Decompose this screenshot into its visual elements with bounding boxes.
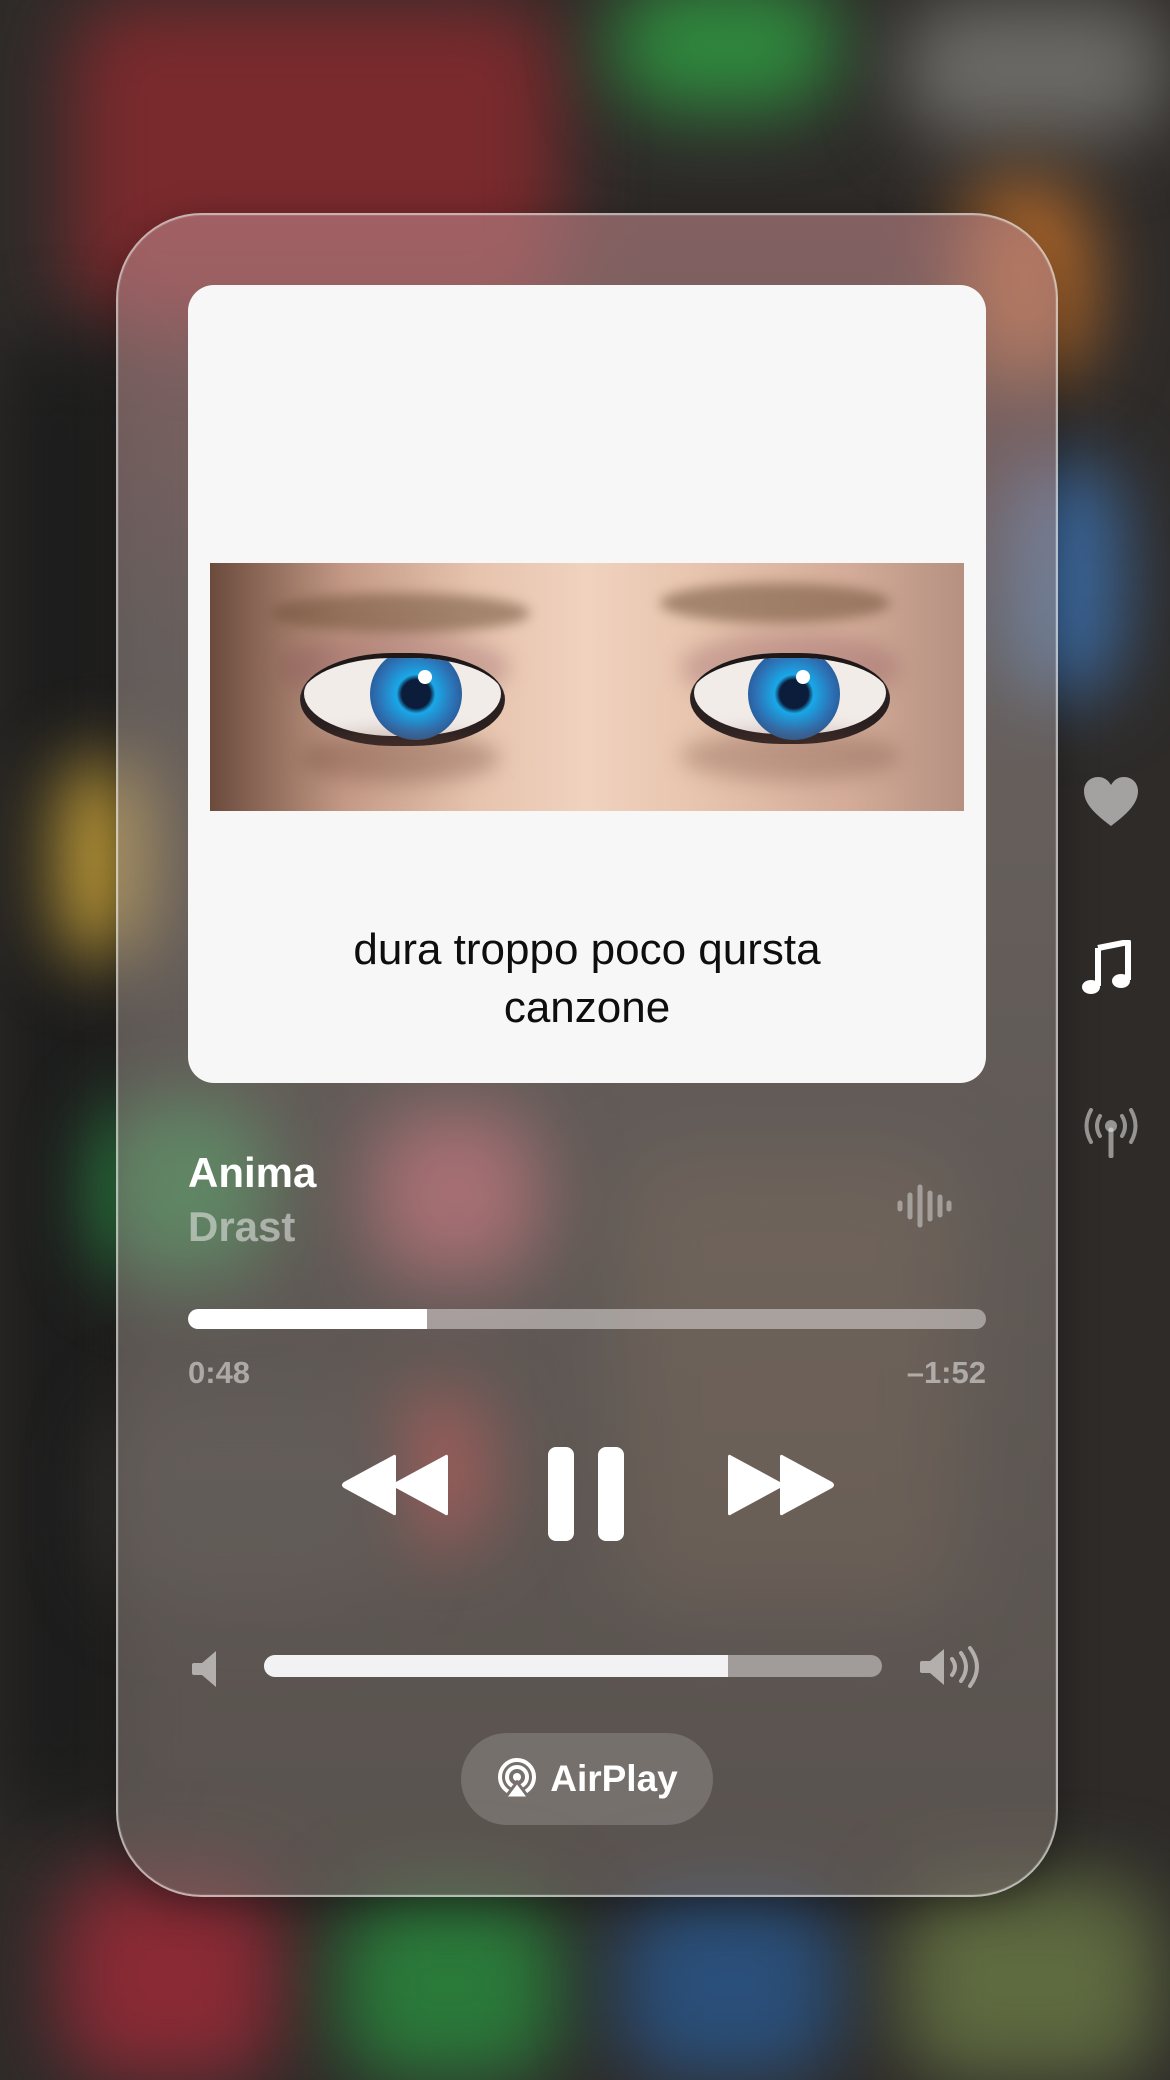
airplay-button[interactable]: AirPlay	[461, 1733, 713, 1825]
music-note-icon[interactable]	[1082, 940, 1132, 996]
airplay-label: AirPlay	[550, 1758, 678, 1799]
album-artwork[interactable]: dura troppo poco qursta canzone	[188, 285, 986, 1083]
waveform-icon	[897, 1184, 952, 1228]
track-title[interactable]: Anima	[188, 1149, 316, 1197]
speaker-icon	[192, 1651, 216, 1687]
track-artist[interactable]: Drast	[188, 1203, 295, 1251]
antenna-icon[interactable]	[1082, 1108, 1140, 1158]
pause-icon[interactable]	[546, 1445, 626, 1543]
forward-icon[interactable]	[724, 1453, 836, 1517]
artwork-eyes-painting	[210, 563, 964, 811]
playback-progress-slider[interactable]	[188, 1309, 986, 1329]
airplay-icon	[498, 1758, 537, 1800]
elapsed-time: 0:48	[188, 1355, 251, 1390]
artwork-caption: dura troppo poco qursta canzone	[353, 925, 821, 1032]
volume-fill	[264, 1655, 728, 1677]
speaker-wave-icon	[920, 1646, 979, 1688]
progress-fill	[188, 1309, 428, 1329]
heart-icon[interactable]	[1082, 776, 1140, 828]
volume-slider[interactable]	[264, 1655, 882, 1677]
now-playing-card: dura troppo poco qursta canzone Anima Dr…	[116, 213, 1058, 1897]
backward-icon[interactable]	[340, 1453, 452, 1517]
remaining-time: –1:52	[906, 1355, 986, 1390]
